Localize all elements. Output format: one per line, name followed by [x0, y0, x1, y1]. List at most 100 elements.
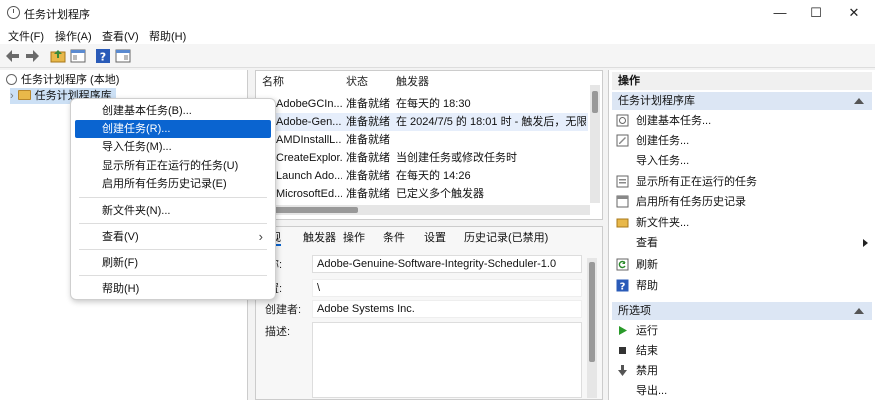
maximize-button[interactable]: ☐	[798, 0, 834, 26]
tab-actions[interactable]: 操作	[343, 230, 365, 246]
task-author-field: Adobe Systems Inc.	[312, 300, 582, 318]
task-status: 准备就绪	[346, 134, 390, 146]
action-label: 导入任务...	[636, 155, 690, 167]
ctx-new-folder[interactable]: 新文件夹(N)...	[75, 202, 271, 220]
action-label: 禁用	[636, 365, 658, 377]
toolbar: ?	[0, 44, 875, 68]
svg-text:?: ?	[100, 51, 106, 64]
chevron-right-icon: ›	[258, 229, 263, 244]
action-label: 导出...	[636, 385, 668, 397]
ctx-import-task[interactable]: 导入任务(M)...	[75, 138, 271, 156]
back-arrow-icon[interactable]	[5, 48, 21, 64]
menu-view[interactable]: 查看(V)	[102, 28, 139, 44]
tab-history[interactable]: 历史记录(已禁用)	[464, 230, 548, 246]
clock-icon	[7, 6, 20, 19]
folder-icon	[17, 90, 31, 100]
menu-separator	[79, 223, 267, 224]
scrollbar-thumb[interactable]	[589, 262, 595, 362]
table-row[interactable]: AMDInstallL... 准备就绪	[256, 131, 588, 149]
menu-bar: 文件(F) 操作(A) 查看(V) 帮助(H)	[0, 26, 875, 44]
section-task-library[interactable]: 任务计划程序库	[612, 92, 872, 110]
ctx-create-basic-task[interactable]: 创建基本任务(B)...	[75, 102, 271, 120]
properties-pane-icon[interactable]	[115, 48, 131, 64]
action-label: 帮助	[636, 280, 658, 292]
task-name: AMDInstallL...	[276, 134, 342, 146]
tree-item-root[interactable]: 任务计划程序 (本地)	[6, 72, 119, 88]
action-enable-history[interactable]: 启用所有任务历史记录	[616, 192, 746, 212]
task-name-field[interactable]: Adobe-Genuine-Software-Integrity-Schedul…	[312, 255, 582, 273]
help-icon: ?	[616, 279, 629, 292]
close-button[interactable]: ✕	[836, 0, 872, 26]
action-run[interactable]: 运行	[616, 321, 658, 341]
task-description-field[interactable]	[312, 322, 582, 398]
task-name: MicrosoftEd...	[276, 188, 342, 200]
up-folder-icon[interactable]	[50, 48, 66, 64]
action-label: 运行	[636, 325, 658, 337]
collapse-arrow-icon[interactable]	[854, 308, 864, 314]
action-view[interactable]: 查看	[616, 233, 870, 253]
action-label: 创建任务...	[636, 135, 690, 147]
ctx-enable-history[interactable]: 启用所有任务历史记录(E)	[75, 175, 271, 193]
action-new-folder[interactable]: 新文件夹...	[616, 213, 689, 233]
tab-conditions[interactable]: 条件	[383, 230, 405, 246]
tab-settings[interactable]: 设置	[424, 230, 446, 246]
task-trigger: 在 2024/7/5 的 18:01 时 - 触发后，无限期	[396, 116, 586, 128]
title-bar: 任务计划程序 — ☐ ✕	[0, 0, 875, 26]
menu-file[interactable]: 文件(F)	[8, 28, 44, 44]
task-trigger: 在每天的 18:30	[396, 98, 471, 110]
run-icon	[619, 326, 627, 335]
show-hide-console-icon[interactable]	[70, 48, 86, 64]
action-create-basic-task[interactable]: 创建基本任务...	[616, 111, 711, 131]
tab-triggers[interactable]: 触发器	[303, 230, 336, 246]
table-row[interactable]: CreateExplor... 准备就绪 当创建任务或修改任务时	[256, 149, 588, 167]
vertical-scrollbar[interactable]	[587, 258, 597, 398]
horizontal-scrollbar[interactable]	[256, 205, 590, 215]
menu-separator	[79, 275, 267, 276]
description-label: 描述:	[265, 326, 291, 338]
action-label: 创建基本任务...	[636, 115, 712, 127]
action-help[interactable]: ? 帮助	[616, 276, 658, 296]
table-row[interactable]: AdobeGCIn... 准备就绪 在每天的 18:30	[256, 95, 588, 113]
minimize-button[interactable]: —	[762, 0, 798, 26]
menu-separator	[79, 249, 267, 250]
chevron-right-icon[interactable]: ›	[10, 90, 14, 102]
action-export[interactable]: 导出...	[616, 381, 667, 400]
table-row[interactable]: MicrosoftEd... 准备就绪 已定义多个触发器	[256, 185, 588, 203]
action-disable[interactable]: 禁用	[616, 361, 658, 381]
table-row[interactable]: Adobe-Gen... 准备就绪 在 2024/7/5 的 18:01 时 -…	[256, 113, 588, 131]
task-name: CreateExplor...	[276, 152, 342, 164]
vertical-scrollbar[interactable]	[590, 85, 600, 203]
clock-icon	[6, 74, 17, 85]
column-header-trigger[interactable]: 触发器	[396, 73, 429, 91]
forward-arrow-icon[interactable]	[24, 48, 40, 64]
column-header-name[interactable]: 名称	[262, 73, 284, 91]
action-create-task[interactable]: 创建任务...	[616, 131, 689, 151]
action-label: 结束	[636, 345, 658, 357]
scrollbar-thumb[interactable]	[592, 91, 598, 113]
task-status: 准备就绪	[346, 152, 390, 164]
section-selected-item[interactable]: 所选项	[612, 302, 872, 320]
help-icon[interactable]: ?	[95, 48, 111, 64]
action-show-running-tasks[interactable]: 显示所有正在运行的任务	[616, 172, 757, 192]
actions-header: 操作	[612, 72, 872, 90]
action-refresh[interactable]: 刷新	[616, 255, 658, 275]
ctx-view[interactable]: 查看(V) ›	[75, 228, 271, 246]
ctx-help[interactable]: 帮助(H)	[75, 280, 271, 298]
action-end[interactable]: 结束	[616, 341, 658, 361]
column-header-status[interactable]: 状态	[346, 73, 368, 91]
ctx-refresh[interactable]: 刷新(F)	[75, 254, 271, 272]
disable-arrow-icon	[618, 365, 627, 376]
table-row[interactable]: Launch Ado... 准备就绪 在每天的 14:26	[256, 167, 588, 185]
ctx-show-running-tasks[interactable]: 显示所有正在运行的任务(U)	[75, 157, 271, 175]
collapse-arrow-icon[interactable]	[854, 98, 864, 104]
action-import-task[interactable]: 导入任务...	[616, 151, 689, 171]
running-tasks-icon	[616, 175, 629, 188]
task-name: AdobeGCIn...	[276, 98, 342, 110]
menu-help[interactable]: 帮助(H)	[149, 28, 186, 44]
ctx-create-task[interactable]: 创建任务(R)...	[75, 120, 271, 138]
menu-action[interactable]: 操作(A)	[55, 28, 92, 44]
task-trigger: 当创建任务或修改任务时	[396, 152, 517, 164]
task-trigger: 已定义多个触发器	[396, 188, 484, 200]
history-icon	[616, 195, 629, 208]
context-menu: 创建基本任务(B)... 创建任务(R)... 导入任务(M)... 显示所有正…	[70, 98, 276, 300]
